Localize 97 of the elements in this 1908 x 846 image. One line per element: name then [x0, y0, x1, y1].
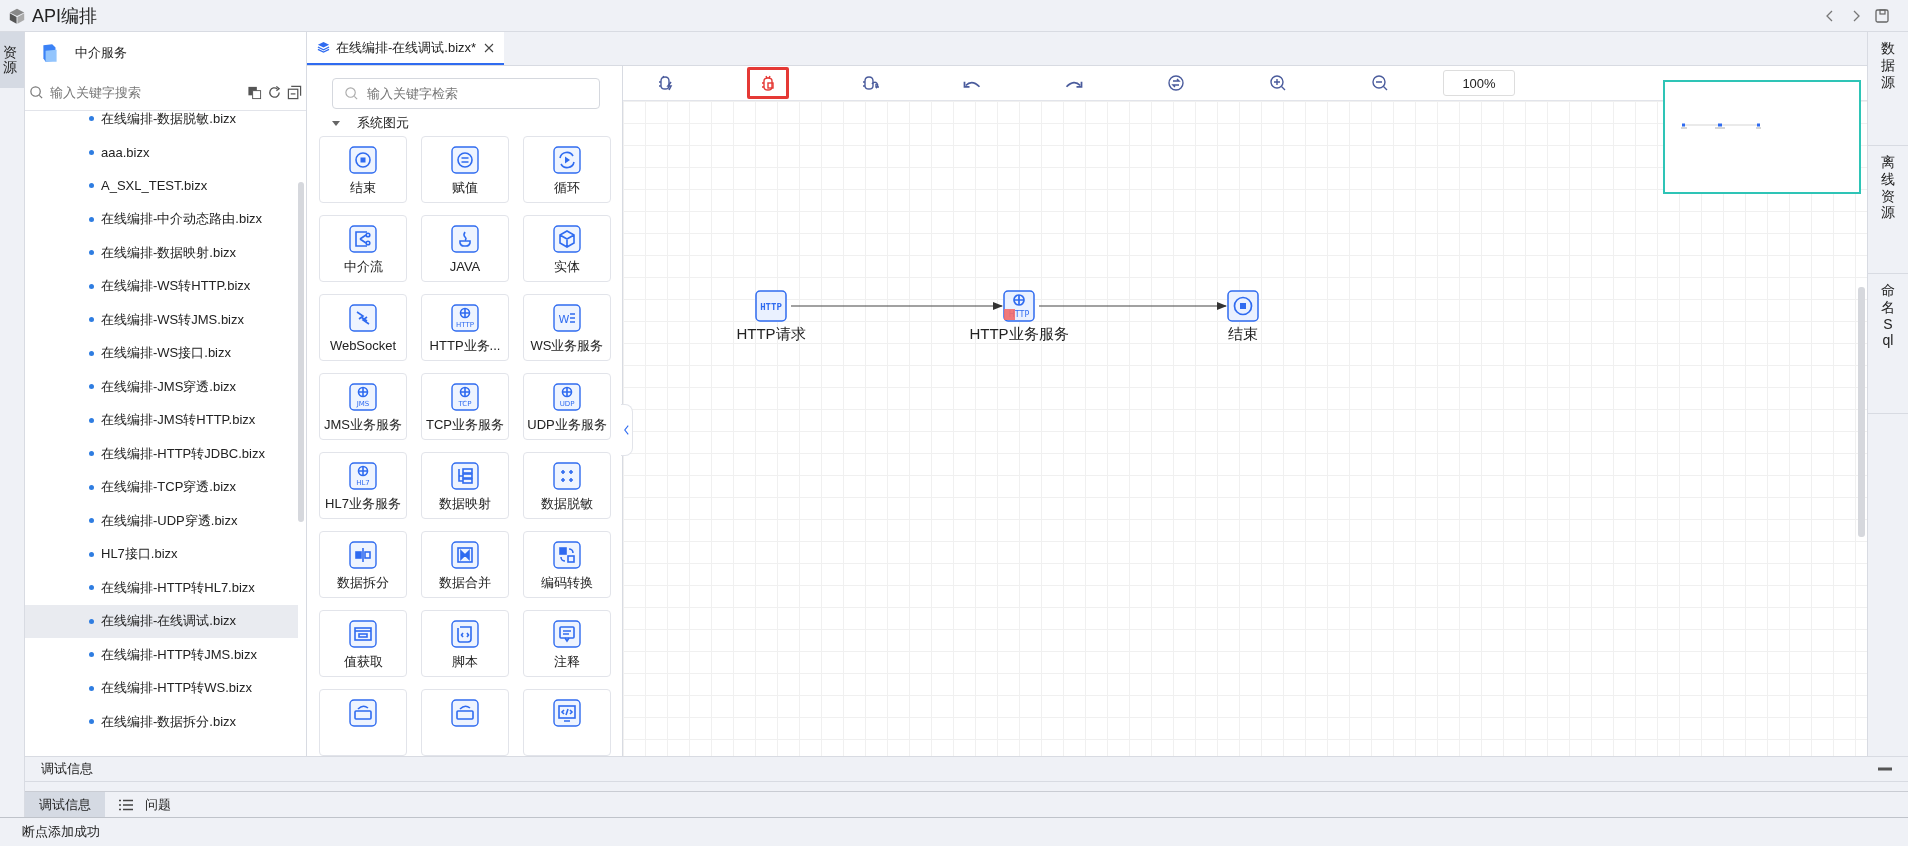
zoom-in-icon: [1268, 73, 1288, 93]
palette-tile[interactable]: [319, 689, 407, 756]
assign-icon: [451, 146, 479, 174]
collapse-handle[interactable]: [621, 404, 633, 456]
side-tab[interactable]: 离线资源: [1868, 146, 1908, 274]
http-node-icon[interactable]: HTTP: [755, 290, 787, 322]
websocket-icon: [349, 304, 377, 332]
tree-item[interactable]: 在线编排-HTTP转JDBC.bizx: [25, 437, 298, 471]
tree-item[interactable]: A_SXL_TEST.bizx: [25, 169, 298, 203]
tree-item[interactable]: 在线编排-JMS转HTTP.bizx: [25, 403, 298, 437]
tree-item[interactable]: 在线编排-数据映射.bizx: [25, 236, 298, 270]
group-header[interactable]: 系统图元: [307, 109, 409, 136]
search-icon: [29, 84, 44, 100]
panel-tab[interactable]: 调试信息: [25, 792, 105, 817]
panel-tab[interactable]: 问题: [105, 792, 185, 817]
chevron-left-icon: [623, 424, 630, 436]
editor-tab[interactable]: 在线编排-在线调试.bizx*: [307, 32, 505, 65]
palette-tile[interactable]: 结束: [319, 136, 407, 203]
breakpoint-button[interactable]: [747, 67, 789, 99]
palette-tile[interactable]: 值获取: [319, 610, 407, 677]
palette-tile[interactable]: [421, 689, 509, 756]
side-tab[interactable]: 命名Sql: [1868, 274, 1908, 414]
tree-item[interactable]: 在线编排-HTTP转WS.bizx: [25, 671, 298, 705]
mapping-icon: [451, 462, 479, 490]
node-label: HTTP业务服务: [968, 325, 1070, 344]
java-icon: [451, 225, 479, 253]
split-icon: [349, 541, 377, 569]
palette-tile[interactable]: WebSocket: [319, 294, 407, 361]
search-icon: [344, 86, 359, 101]
tree-item[interactable]: 在线编排-WS转HTTP.bizx: [25, 269, 298, 303]
tree-item[interactable]: 在线编排-数据拆分.bizx: [25, 705, 298, 739]
tree-item[interactable]: 在线编排-HTTP转HL7.bizx: [25, 571, 298, 605]
window-title: API编排: [32, 4, 97, 28]
side-tab[interactable]: 数据源: [1868, 32, 1908, 146]
palette-tile[interactable]: 中介流: [319, 215, 407, 282]
end-icon: [349, 146, 377, 174]
convert-icon: [451, 699, 479, 727]
bug-arrow-icon: [860, 73, 880, 93]
palette-tile[interactable]: 注释: [523, 610, 611, 677]
encode-icon: [553, 541, 581, 569]
tree-item[interactable]: 在线编排-数据脱敏.bizx: [25, 102, 298, 136]
palette-tile[interactable]: JAVA: [421, 215, 509, 282]
translate-icon[interactable]: [247, 84, 262, 100]
tree-item[interactable]: 在线编排-WS接口.bizx: [25, 336, 298, 370]
side-tab[interactable]: 资源: [0, 32, 24, 88]
code-icon: [553, 699, 581, 727]
scrollbar[interactable]: [298, 182, 304, 522]
layers-icon: [317, 41, 330, 54]
convert-icon: [349, 699, 377, 727]
refresh-icon[interactable]: [267, 84, 282, 100]
value-icon: [349, 620, 377, 648]
minimize-icon[interactable]: [1878, 767, 1892, 771]
mask-icon: [553, 462, 581, 490]
flow-icon: [349, 225, 377, 253]
tree-item[interactable]: aaa.bizx: [25, 135, 298, 169]
entity-icon: [553, 225, 581, 253]
tree-item[interactable]: 在线编排-HTTP转JMS.bizx: [25, 638, 298, 672]
tree-title: 中介服务: [75, 44, 127, 62]
palette-tile[interactable]: 脚本: [421, 610, 509, 677]
search-field[interactable]: 输入关键字搜索: [50, 84, 242, 100]
tree-item[interactable]: 在线编排-TCP穿透.bizx: [25, 470, 298, 504]
palette-tile[interactable]: 数据合并: [421, 531, 509, 598]
palette-tile[interactable]: 数据映射: [421, 452, 509, 519]
tree-item[interactable]: 在线编排-WS转JMS.bizx: [25, 303, 298, 337]
collapse-all-icon[interactable]: [287, 84, 302, 100]
tree-item[interactable]: HL7接口.bizx: [25, 537, 298, 571]
palette-tile[interactable]: 赋值: [421, 136, 509, 203]
palette-tile[interactable]: [523, 689, 611, 756]
minimap[interactable]: [1663, 80, 1861, 194]
end-node-icon[interactable]: [1227, 290, 1259, 322]
palette-tile[interactable]: 数据脱敏: [523, 452, 611, 519]
palette-tile[interactable]: 编码转换: [523, 531, 611, 598]
scrollbar[interactable]: [1858, 287, 1865, 537]
tree-item[interactable]: 在线编排-JMS穿透.bizx: [25, 370, 298, 404]
merge-icon: [451, 541, 479, 569]
status-message: 断点添加成功: [0, 817, 1908, 846]
palette-tile[interactable]: 循环: [523, 136, 611, 203]
tree-item[interactable]: 在线编排-UDP穿透.bizx: [25, 504, 298, 538]
script-icon: [451, 620, 479, 648]
swap-icon: [1166, 73, 1186, 93]
ws-icon: W: [553, 304, 581, 332]
palette-tile[interactable]: 数据拆分: [319, 531, 407, 598]
list-icon: [119, 798, 133, 811]
zoom-out-icon: [1370, 73, 1390, 93]
tree-item[interactable]: 在线编排-中介动态路由.bizx: [25, 202, 298, 236]
cube-logo-icon: [8, 6, 26, 25]
zoom-level-field[interactable]: 100%: [1443, 70, 1515, 96]
panel-title: 调试信息: [41, 760, 93, 778]
node-label: HTTP请求: [735, 325, 807, 344]
palette-tile[interactable]: 实体: [523, 215, 611, 282]
search-field[interactable]: 输入关键字检索: [332, 78, 600, 109]
node-label: 结束: [1227, 325, 1259, 344]
close-icon[interactable]: [484, 42, 495, 53]
tree-item[interactable]: 在线编排-在线调试.bizx: [25, 604, 298, 638]
note-icon: [553, 620, 581, 648]
save-icon[interactable]: [1874, 7, 1890, 24]
loop-icon: [553, 146, 581, 174]
